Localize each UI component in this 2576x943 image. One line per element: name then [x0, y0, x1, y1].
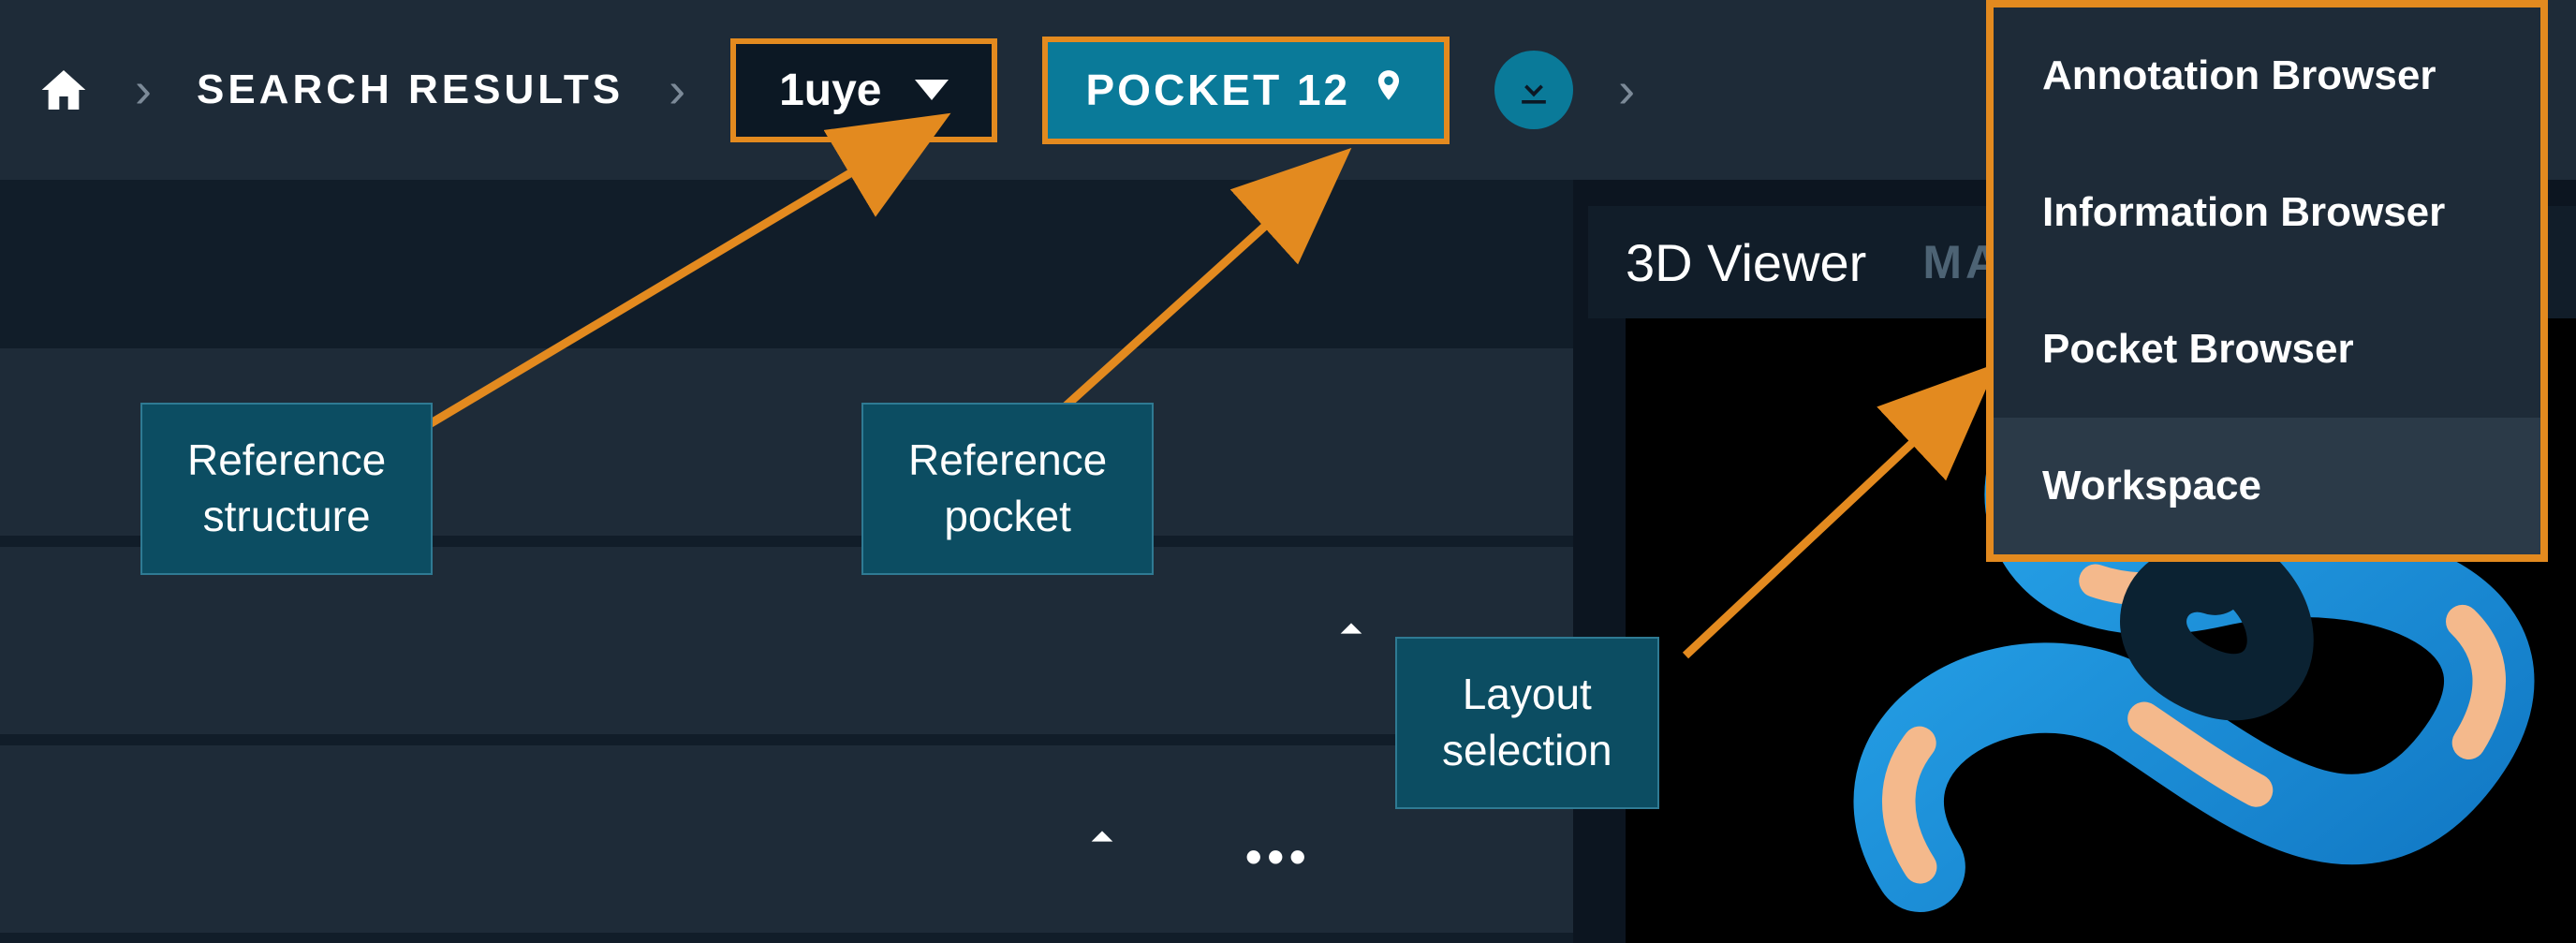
- chevron-up-icon[interactable]: [1326, 612, 1376, 649]
- chevron-up-icon[interactable]: [1077, 820, 1127, 857]
- menu-item-pocket-browser[interactable]: Pocket Browser: [1994, 281, 2540, 418]
- chevron-right-icon: ›: [669, 61, 685, 119]
- menu-item-annotation-browser[interactable]: Annotation Browser: [1994, 7, 2540, 144]
- reference-pocket-chip[interactable]: POCKET 12: [1042, 37, 1450, 144]
- download-button[interactable]: [1494, 51, 1573, 129]
- tab-3d-viewer[interactable]: 3D Viewer: [1626, 232, 1866, 293]
- more-icon[interactable]: •••: [1245, 830, 1312, 884]
- result-row[interactable]: [0, 547, 1573, 734]
- callout-layout-selection: Layout selection: [1395, 637, 1659, 809]
- layout-selection-menu: Annotation Browser Information Browser P…: [1986, 0, 2548, 562]
- menu-item-information-browser[interactable]: Information Browser: [1994, 144, 2540, 281]
- pocket-label: POCKET 12: [1085, 65, 1350, 115]
- home-icon[interactable]: [37, 64, 90, 116]
- chevron-right-icon: ›: [135, 61, 152, 119]
- breadcrumb-search-results[interactable]: SEARCH RESULTS: [197, 66, 624, 113]
- result-row[interactable]: •••: [0, 745, 1573, 933]
- callout-reference-structure: Reference structure: [140, 403, 433, 575]
- reference-structure-dropdown[interactable]: 1uye: [730, 38, 997, 142]
- location-pin-icon: [1371, 63, 1406, 118]
- callout-reference-pocket: Reference pocket: [861, 403, 1154, 575]
- menu-item-workspace[interactable]: Workspace: [1994, 418, 2540, 554]
- chevron-right-icon: ›: [1618, 61, 1635, 119]
- chevron-down-icon: [915, 80, 949, 100]
- structure-id-value: 1uye: [779, 65, 881, 116]
